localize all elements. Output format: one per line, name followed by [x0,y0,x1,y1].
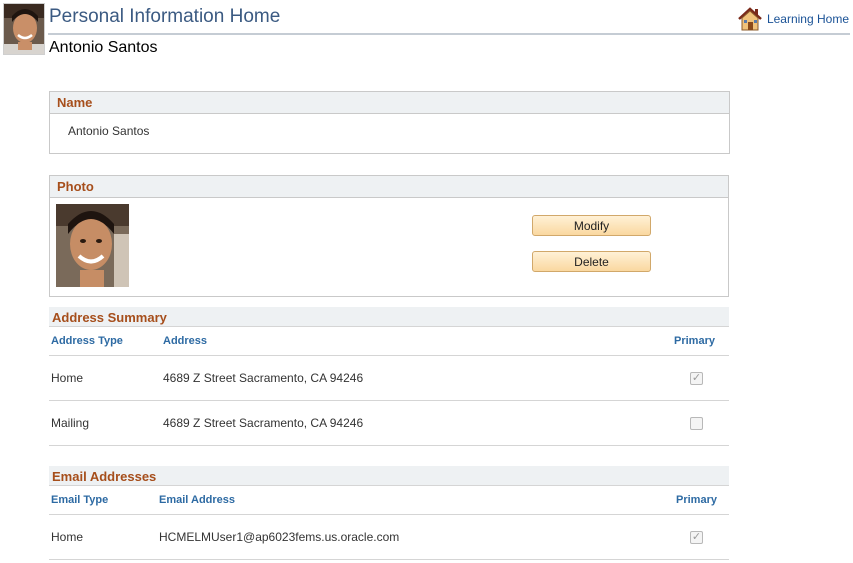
profile-photo [56,204,129,287]
header-divider [48,33,850,35]
learning-home-label: Learning Home [766,12,849,26]
col-email-address: Email Address [159,494,236,506]
photo-section: Photo Modify Delete [49,175,729,297]
name-section: Name Antonio Santos [49,91,730,154]
email-column-header: Email Type Email Address Primary [49,486,729,515]
primary-checkbox[interactable]: ✓ [690,372,703,385]
modify-photo-button[interactable]: Modify [532,215,651,236]
primary-checkbox[interactable]: ✓ [690,531,703,544]
address-type-cell: Home [51,371,84,385]
table-row[interactable]: Mailing 4689 Z Street Sacramento, CA 942… [49,401,729,446]
table-row[interactable]: Home 4689 Z Street Sacramento, CA 94246 … [49,356,729,401]
primary-checkbox[interactable] [690,417,703,430]
address-column-header: Address Type Address Primary [49,327,729,356]
photo-section-title: Photo [50,176,728,198]
col-primary: Primary [674,335,715,347]
col-address: Address [163,335,208,347]
col-email-type: Email Type [51,494,109,506]
page-title: Personal Information Home [49,6,281,27]
home-icon [738,7,762,31]
col-address-type: Address Type [51,335,123,347]
address-cell: 4689 Z Street Sacramento, CA 94246 [163,416,364,430]
email-addresses-grid: Email Addresses Email Type Email Address… [49,466,729,560]
user-name: Antonio Santos [49,39,158,56]
checkmark-icon: ✓ [691,372,702,384]
learning-home-link[interactable]: Learning Home [737,6,849,32]
address-summary-grid: Address Summary Address Type Address Pri… [49,307,729,446]
address-type-cell: Mailing [51,416,90,430]
name-section-title: Name [50,92,729,114]
address-summary-title: Address Summary [49,307,729,327]
table-row[interactable]: Home HCMELMUser1@ap6023fems.us.oracle.co… [49,515,729,560]
name-value: Antonio Santos [68,124,150,138]
col-primary: Primary [676,494,717,506]
address-cell: 4689 Z Street Sacramento, CA 94246 [163,371,364,385]
avatar-photo [4,4,44,54]
delete-photo-button[interactable]: Delete [532,251,651,272]
checkmark-icon: ✓ [691,531,702,543]
email-addresses-title: Email Addresses [49,466,729,486]
email-address-cell: HCMELMUser1@ap6023fems.us.oracle.com [159,530,400,544]
email-type-cell: Home [51,530,84,544]
header-avatar [3,3,45,55]
